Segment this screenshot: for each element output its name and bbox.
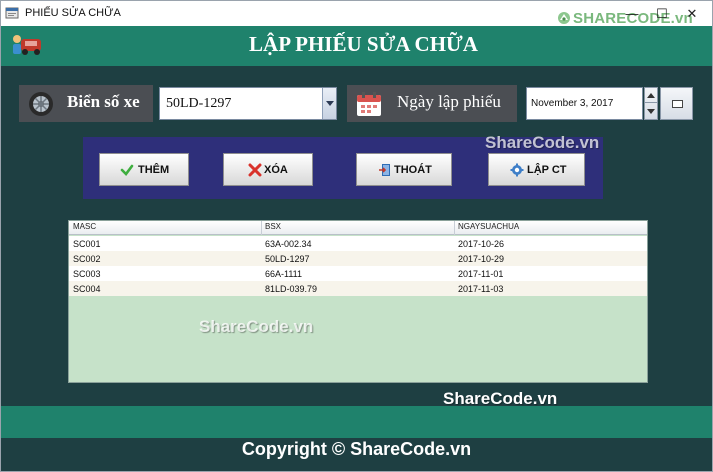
watermark: ShareCode.vn [199, 317, 314, 336]
app-icon [5, 7, 19, 19]
column-header-ngaysuachua[interactable]: NGAYSUACHUA [458, 222, 519, 231]
spinner-up-icon[interactable] [645, 88, 657, 103]
cell-bsx: 50LD-1297 [265, 254, 310, 264]
exit-door-icon [379, 164, 390, 176]
chevron-down-icon[interactable] [322, 88, 336, 119]
header-band: LẬP PHIẾU SỬA CHỮA [1, 26, 712, 66]
column-header-masc[interactable]: MASC [73, 222, 96, 231]
title-bar: PHIẾU SỬA CHỮA SHARECODE.vn — ☐ ✕ [1, 1, 712, 27]
sharecode-logo-icon [558, 12, 570, 24]
table-row[interactable]: SC004 81LD-039.79 2017-11-03 [69, 281, 647, 296]
cell-bsx: 66A-1111 [265, 269, 303, 279]
watermark: ShareCode.vn [443, 389, 558, 408]
cell-date: 2017-11-01 [458, 269, 504, 279]
table-row[interactable]: SC001 63A-002.34 2017-10-26 [69, 236, 647, 251]
date-input[interactable]: November 3, 2017 [526, 87, 643, 120]
wheel-icon [29, 92, 53, 116]
spinner-down-icon[interactable] [645, 104, 657, 119]
cell-masc: SC003 [73, 269, 101, 279]
close-button[interactable]: ✕ [672, 3, 712, 25]
date-picker-button[interactable] [660, 87, 693, 120]
cell-date: 2017-10-29 [458, 254, 505, 264]
calendar-icon [357, 92, 381, 116]
cell-date: 2017-11-03 [458, 284, 504, 294]
cell-bsx: 63A-002.34 [265, 239, 312, 249]
exit-button[interactable]: THOÁT [356, 153, 452, 186]
copyright-text: Copyright © ShareCode.vn [241, 439, 472, 459]
footer-band [1, 406, 712, 438]
date-label-box: Ngày lập phiếu [347, 85, 517, 122]
exit-button-label: THOÁT [394, 164, 432, 176]
calendar-small-icon [672, 100, 683, 108]
date-input-value: November 3, 2017 [531, 98, 614, 109]
cell-bsx: 81LD-039.79 [265, 284, 318, 294]
watermark: ShareCode.vn [485, 133, 600, 152]
x-icon [248, 163, 262, 177]
plate-select[interactable]: 50LD-1297 [159, 87, 337, 120]
date-spinner[interactable] [644, 87, 658, 120]
cell-date: 2017-10-26 [458, 239, 505, 249]
repair-table: MASC BSX NGAYSUACHUA SC001 63A-002.34 20… [68, 220, 648, 383]
cell-masc: SC002 [73, 254, 101, 264]
app-window: PHIẾU SỬA CHỮA SHARECODE.vn — ☐ ✕ LẬP PH… [0, 0, 713, 472]
column-divider[interactable] [261, 221, 262, 235]
delete-button-label: XÓA [264, 164, 288, 176]
column-divider[interactable] [454, 221, 455, 235]
date-label: Ngày lập phiếu [397, 92, 501, 111]
table-header: MASC BSX NGAYSUACHUA [69, 221, 647, 235]
column-header-bsx[interactable]: BSX [265, 222, 281, 231]
table-row[interactable]: SC003 66A-1111 2017-11-01 [69, 266, 647, 281]
add-button[interactable]: THÊM [99, 153, 189, 186]
delete-button[interactable]: XÓA [223, 153, 313, 186]
window-title: PHIẾU SỬA CHỮA [25, 7, 121, 19]
plate-label-box: Biển số xe [19, 85, 153, 122]
cell-masc: SC001 [73, 239, 101, 249]
cell-masc: SC004 [73, 284, 101, 294]
add-button-label: THÊM [138, 164, 170, 176]
check-icon [120, 164, 134, 176]
plate-select-value: 50LD-1297 [166, 96, 232, 111]
page-title: LẬP PHIẾU SỬA CHỮA [249, 32, 478, 56]
gear-icon [510, 163, 524, 177]
create-detail-button-label: LẬP CT [527, 164, 567, 176]
table-row[interactable]: SC002 50LD-1297 2017-10-29 [69, 251, 647, 266]
plate-label: Biển số xe [67, 92, 140, 111]
create-detail-button[interactable]: LẬP CT [488, 153, 585, 186]
